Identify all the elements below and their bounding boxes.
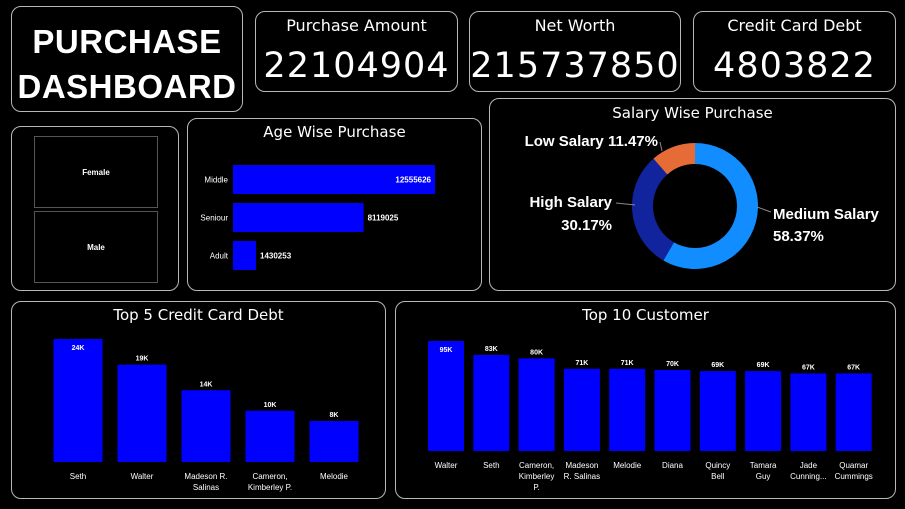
kpi-card-net-worth: Net Worth 215737850 (469, 11, 681, 92)
kpi-value: 4803822 (713, 46, 876, 86)
category-label: Melodie (320, 472, 349, 481)
slice-value-label: 58.37% (773, 228, 824, 245)
dashboard-title-line1: PURCHASE (32, 23, 222, 60)
bar (309, 421, 359, 462)
category-label: Cameron, (252, 472, 287, 481)
top-5-credit-card-debt-card: Top 5 Credit Card Debt 24K Seth 19K Walter 1… (11, 301, 386, 499)
data-label: 8119025 (368, 214, 399, 223)
bar (654, 369, 691, 451)
category-label: Adult (210, 252, 229, 261)
kpi-label: Net Worth (534, 16, 616, 35)
category-label: Cunning... (790, 472, 826, 481)
data-label: 69K (757, 362, 770, 369)
top-5-credit-card-debt-chart: 24K Seth 19K Walter 14K Madeson R. Salinas 10K C… (53, 339, 359, 492)
data-label: 1430253 (260, 252, 292, 261)
data-label: 19K (136, 356, 149, 363)
data-label: 24K (72, 345, 85, 352)
category-label: Cummings (835, 472, 873, 481)
bar (473, 354, 510, 451)
data-label: 10K (264, 402, 277, 409)
bar (233, 203, 364, 232)
data-label: 69K (711, 362, 724, 369)
data-label: 70K (666, 361, 679, 368)
data-label: 71K (575, 360, 588, 367)
gender-slicer: Female Male (11, 126, 179, 291)
age-wise-purchase-chart: Middle 12555626 Seniour 8119025 Adult 1430253 (200, 165, 435, 270)
dashboard-title-card: PURCHASE DASHBOARD (11, 6, 243, 112)
category-label: Jade (800, 461, 818, 470)
category-label: Cameron, (519, 461, 554, 470)
slice-label: Low Salary 11.47% (525, 133, 658, 150)
category-label: Bell (711, 472, 725, 481)
dashboard-title-line2: DASHBOARD (17, 68, 237, 105)
kpi-card-credit-card-debt: Credit Card Debt 4803822 (693, 11, 896, 92)
category-label: Quamar (839, 461, 868, 470)
category-label: Walter (435, 461, 458, 470)
bar (245, 410, 295, 462)
category-label: Walter (131, 472, 154, 481)
category-label: Seth (483, 461, 499, 470)
category-label: Madeson (565, 461, 598, 470)
salary-wise-purchase-card: Salary Wise Purchase Medium Salary 58.37%… (489, 98, 896, 291)
category-label: Diana (662, 461, 683, 470)
bar (518, 358, 555, 451)
bar (53, 339, 103, 462)
bar (745, 371, 782, 451)
kpi-label: Purchase Amount (286, 16, 427, 35)
bar (181, 390, 231, 462)
category-label: Melodie (613, 461, 642, 470)
slice-name-label: High Salary (529, 194, 612, 211)
data-label: 67K (802, 364, 815, 371)
bar (790, 373, 827, 451)
data-label: 95K (440, 347, 453, 354)
bar (699, 371, 736, 451)
age-wise-purchase-card: Age Wise Purchase Middle 12555626 Seniour 8… (187, 118, 482, 291)
kpi-value: 22104904 (263, 46, 450, 86)
kpi-label: Credit Card Debt (727, 16, 862, 35)
top-10-customer-card: Top 10 Customer 95K Walter 83K Seth 80K Camer… (395, 301, 896, 499)
bar (233, 241, 257, 270)
salary-wise-purchase-chart: Medium Salary 58.37% High Salary 30.17% Low … (525, 133, 880, 269)
top-10-customer-chart: 95K Walter 83K Seth 80K Cameron, Kimberley P. 71… (428, 341, 873, 492)
kpi-card-purchase-amount: Purchase Amount 22104904 (255, 11, 458, 92)
category-label: Madeson R. (184, 472, 227, 481)
bar (609, 368, 646, 451)
category-label: Quincy (705, 461, 730, 470)
category-label: R. Salinas (564, 472, 600, 481)
leader-line (756, 206, 772, 213)
kpi-value: 215737850 (470, 46, 680, 86)
data-label: 67K (847, 364, 860, 371)
category-label: Guy (756, 472, 771, 481)
slice-value-label: 30.17% (561, 217, 612, 234)
data-label: 12555626 (395, 176, 431, 185)
category-label: Kimberley (519, 472, 555, 481)
data-label: 83K (485, 346, 498, 353)
slice-name-label: Medium Salary (773, 206, 880, 223)
category-label: Middle (204, 176, 228, 185)
category-label: Seniour (200, 214, 228, 223)
bar (428, 341, 464, 451)
category-label: Salinas (193, 483, 219, 492)
leader-line (659, 141, 663, 152)
data-label: 80K (530, 349, 543, 356)
bar (563, 368, 600, 451)
category-label: Tamara (750, 461, 777, 470)
bar (835, 373, 872, 451)
data-label: 71K (621, 360, 634, 367)
category-label: Seth (70, 472, 86, 481)
category-label: P. (533, 483, 540, 492)
slicer-button-female[interactable]: Female (34, 136, 158, 208)
data-label: 14K (200, 381, 213, 388)
category-label: Kimberley P. (248, 483, 292, 492)
bar (117, 364, 167, 462)
data-label: 8K (330, 412, 339, 419)
slicer-button-male[interactable]: Male (34, 211, 158, 283)
